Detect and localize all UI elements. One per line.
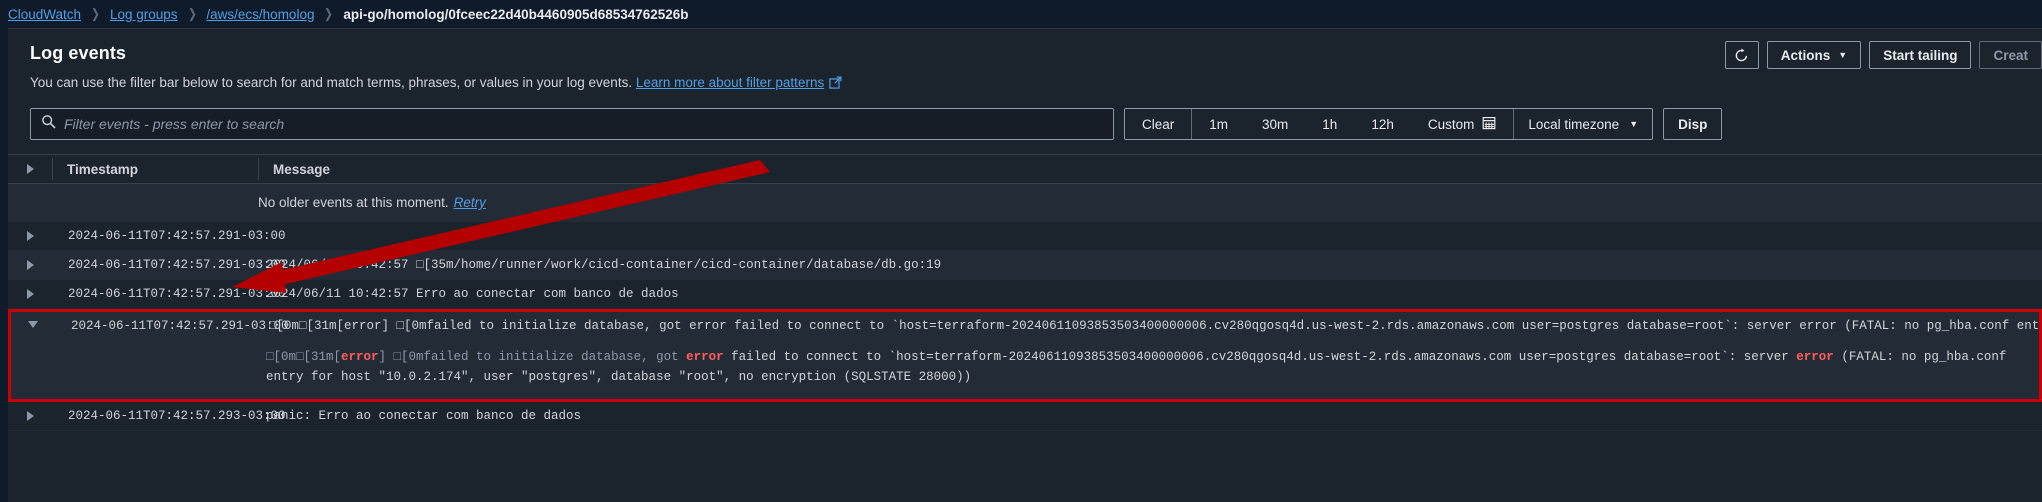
expanded-error-detail: □[0m□[31m[error] □[0mfailed to initializ… <box>11 341 2039 399</box>
row-collapse-toggle[interactable] <box>11 312 55 328</box>
chevron-right-icon <box>26 260 34 270</box>
breadcrumb-item-cloudwatch[interactable]: CloudWatch <box>8 7 81 22</box>
table-row-expanded[interactable]: 2024-06-11T07:42:57.291-03:00 □[0m□[31m[… <box>11 312 2039 341</box>
start-tailing-label: Start tailing <box>1883 47 1958 63</box>
row-message <box>258 222 2042 236</box>
actions-button[interactable]: Actions ▼ <box>1766 41 1862 69</box>
notice-text: No older events at this moment. Retry <box>258 195 486 210</box>
error-keyword: error <box>341 350 379 364</box>
row-timestamp: 2024-06-11T07:42:57.291-03:00 <box>68 229 286 243</box>
search-icon <box>41 114 56 134</box>
range-clear-button[interactable]: Clear <box>1125 109 1191 139</box>
row-message: 2024/06/11 10:42:57 Erro ao conectar com… <box>266 287 679 301</box>
breadcrumb-separator: ❯ <box>187 6 197 21</box>
filter-row: Clear 1m 30m 1h 12h Custom Local <box>8 108 2042 140</box>
time-range-group: Clear 1m 30m 1h 12h Custom Local timezon… <box>1124 108 1654 140</box>
refresh-button[interactable] <box>1724 41 1759 69</box>
page-title: Log events <box>30 42 127 63</box>
chevron-right-icon <box>26 164 34 174</box>
timezone-label: Local timezone <box>1528 116 1620 132</box>
filter-search-box[interactable] <box>30 108 1114 140</box>
chevron-right-icon <box>26 231 34 241</box>
chevron-down-icon <box>28 321 38 328</box>
table-row[interactable]: 2024-06-11T07:42:57.293-03:00 panic: Err… <box>8 402 2042 431</box>
column-header-message[interactable]: Message <box>258 158 2042 180</box>
error-keyword: error <box>1796 350 1834 364</box>
header-actions: Actions ▼ Start tailing Creat <box>1724 41 2042 69</box>
row-expand-toggle[interactable] <box>8 222 52 241</box>
error-keyword: error <box>686 350 724 364</box>
actions-button-label: Actions <box>1780 47 1831 63</box>
panel-header: Log events Actions ▼ Start tailing Creat <box>8 29 2042 77</box>
ansi-escape: □[0m□[31m[ <box>266 350 342 364</box>
learn-more-link[interactable]: Learn more about filter patterns <box>636 75 824 90</box>
breadcrumb: CloudWatch ❯ Log groups ❯ /aws/ecs/homol… <box>0 0 2042 28</box>
display-button-label: Disp <box>1678 116 1708 132</box>
external-link-icon[interactable] <box>829 76 842 92</box>
table-header-row: Timestamp Message <box>8 154 2042 184</box>
no-older-events-notice: No older events at this moment. Retry <box>8 184 2042 222</box>
ansi-escape: ] □[0mfailed to initialize database, got <box>378 350 687 364</box>
chevron-down-icon: ▼ <box>1838 50 1848 60</box>
detail-text: failed to connect to `host=terraform-202… <box>723 350 1797 364</box>
row-timestamp: 2024-06-11T07:42:57.291-03:00 <box>71 319 289 333</box>
row-timestamp: 2024-06-11T07:42:57.291-03:00 <box>68 287 286 301</box>
range-custom-label: Custom <box>1427 116 1475 132</box>
search-input[interactable] <box>64 116 1103 132</box>
expand-all-toggle[interactable] <box>8 164 52 174</box>
row-expand-toggle[interactable] <box>8 280 52 299</box>
row-expand-toggle[interactable] <box>8 251 52 270</box>
create-button[interactable]: Creat <box>1979 41 2042 69</box>
range-custom-button[interactable]: Custom <box>1411 109 1514 139</box>
refresh-icon <box>1735 48 1748 61</box>
row-message: panic: Erro ao conectar com banco de dad… <box>266 409 582 423</box>
table-row[interactable]: 2024-06-11T07:42:57.291-03:00 2024/06/11… <box>8 251 2042 280</box>
panel-description: You can use the filter bar below to sear… <box>8 75 2042 92</box>
range-1h-button[interactable]: 1h <box>1305 109 1354 139</box>
highlighted-error-row[interactable]: 2024-06-11T07:42:57.291-03:00 □[0m□[31m[… <box>8 309 2042 402</box>
chevron-right-icon <box>26 289 34 299</box>
row-expand-toggle[interactable] <box>8 402 52 421</box>
column-header-timestamp[interactable]: Timestamp <box>52 158 258 180</box>
row-message: 2024/06/11 10:42:57 □[35m/home/runner/wo… <box>266 258 942 272</box>
retry-link[interactable]: Retry <box>454 195 486 210</box>
range-12h-button[interactable]: 12h <box>1354 109 1411 139</box>
start-tailing-button[interactable]: Start tailing <box>1869 41 1972 69</box>
row-timestamp: 2024-06-11T07:42:57.293-03:00 <box>68 409 286 423</box>
description-text: You can use the filter bar below to sear… <box>30 75 633 90</box>
notice-label: No older events at this moment. <box>258 195 449 210</box>
log-events-panel: Log events Actions ▼ Start tailing Creat… <box>8 28 2042 502</box>
chevron-right-icon <box>26 411 34 421</box>
calendar-icon <box>1482 116 1496 133</box>
range-30m-button[interactable]: 30m <box>1245 109 1305 139</box>
timezone-select[interactable]: Local timezone ▼ <box>1514 109 1652 139</box>
breadcrumb-separator: ❯ <box>324 6 334 21</box>
breadcrumb-item-log-groups[interactable]: Log groups <box>110 7 178 22</box>
table-row[interactable]: 2024-06-11T07:42:57.291-03:00 <box>8 222 2042 251</box>
breadcrumb-separator: ❯ <box>91 6 100 21</box>
breadcrumb-item-log-group[interactable]: /aws/ecs/homolog <box>206 7 314 22</box>
range-1m-button[interactable]: 1m <box>1192 109 1245 139</box>
display-button[interactable]: Disp <box>1663 108 1723 140</box>
row-timestamp: 2024-06-11T07:42:57.291-03:00 <box>68 258 286 272</box>
row-message: □[0m□[31m[error] □[0mfailed to initializ… <box>269 319 2039 333</box>
breadcrumb-item-current: api-go/homolog/0fceec22d40b4460905d68534… <box>343 6 689 22</box>
table-row[interactable]: 2024-06-11T07:42:57.291-03:00 2024/06/11… <box>8 280 2042 309</box>
create-button-label: Creat <box>1993 47 2028 63</box>
log-events-table: Timestamp Message No older events at thi… <box>8 154 2042 431</box>
chevron-down-icon: ▼ <box>1629 119 1639 129</box>
